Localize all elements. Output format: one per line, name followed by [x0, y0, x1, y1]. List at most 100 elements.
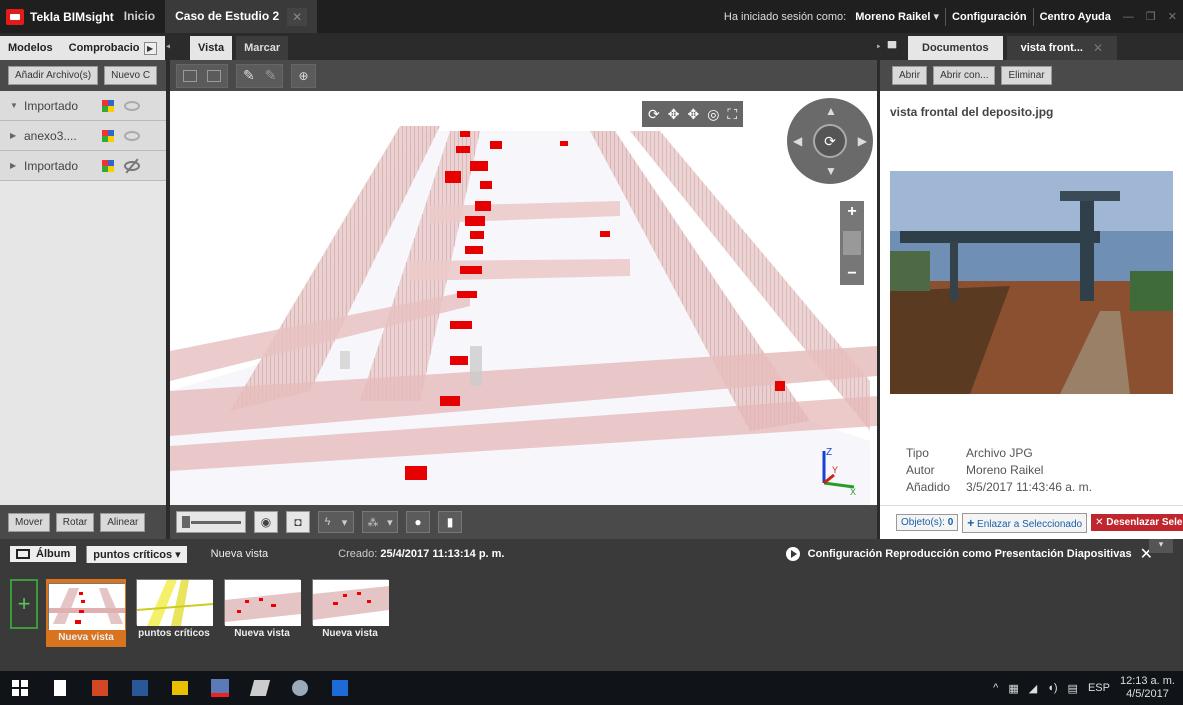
view-thumbnail[interactable]: Nueva vista: [222, 579, 302, 643]
orbit-icon[interactable]: ⟳: [648, 106, 660, 123]
view-thumbnail[interactable]: puntos críticos: [134, 579, 214, 643]
color-palette-icon[interactable]: [102, 159, 114, 172]
expand-icon[interactable]: ▶: [10, 161, 24, 170]
collapse-album-icon[interactable]: ▾: [1149, 539, 1173, 553]
color-palette-icon[interactable]: [102, 99, 114, 112]
align-button[interactable]: Alinear: [100, 512, 146, 532]
media-icon[interactable]: [280, 671, 320, 705]
tab-models[interactable]: Modelos: [0, 36, 61, 60]
album-button[interactable]: Álbum: [10, 546, 77, 562]
nav-down-icon[interactable]: ▼: [825, 164, 837, 178]
document-icon[interactable]: ▮: [438, 511, 462, 533]
comment-icon[interactable]: ●: [406, 511, 430, 533]
pencil-icon[interactable]: ✎: [243, 67, 255, 84]
type-value: Archivo JPG: [966, 446, 1033, 460]
fit-view-icon[interactable]: ⛶: [727, 106, 737, 123]
orbit-center-icon[interactable]: ⟳: [813, 124, 847, 158]
winrar-icon[interactable]: [160, 671, 200, 705]
tab-view[interactable]: Vista: [190, 36, 233, 60]
unlink-selected-button[interactable]: ✕ Desenlazar Selec: [1091, 514, 1183, 531]
model-render[interactable]: [170, 91, 877, 505]
powerpoint-icon[interactable]: [80, 671, 120, 705]
model-row[interactable]: ▶ anexo3....: [0, 121, 166, 151]
navigation-toolbar: ⟳ ✥ ✥ ◎ ⛶: [642, 101, 744, 127]
user-name[interactable]: Moreno Raikel: [855, 11, 930, 23]
clip-slider[interactable]: [176, 511, 246, 533]
3d-viewport[interactable]: ⟳ ✥ ✥ ◎ ⛶ ▲ ▼ ◀ ▶ ⟳ + − Z Y X: [170, 91, 877, 505]
zoom-out-icon[interactable]: −: [847, 265, 856, 283]
visibility-hidden-icon[interactable]: [124, 160, 140, 171]
delete-button[interactable]: Eliminar: [1001, 66, 1052, 85]
objects-count-button[interactable]: Objeto(s): 0: [896, 514, 959, 531]
collapse-icon[interactable]: ▼: [10, 101, 24, 110]
windows-start-icon[interactable]: [0, 671, 40, 705]
look-around-icon[interactable]: ◎: [707, 106, 719, 123]
markup-tools: ✎ ✎: [236, 63, 284, 88]
add-view-icon[interactable]: ⊕: [298, 69, 308, 83]
tab-inicio[interactable]: Inicio: [114, 0, 165, 33]
move-icon[interactable]: ✥: [687, 106, 699, 123]
model-row[interactable]: ▶ Importado: [0, 151, 166, 181]
close-tab-icon[interactable]: ✕: [287, 7, 308, 26]
archicad-icon[interactable]: [240, 671, 280, 705]
view-thumbnail[interactable]: Nueva vista: [310, 579, 390, 643]
wifi-icon[interactable]: ◢: [1029, 682, 1037, 695]
nav-up-icon[interactable]: ▲: [825, 104, 837, 118]
volume-icon[interactable]: ◖): [1047, 682, 1057, 694]
wand-dropdown[interactable]: ⁂ ▾: [362, 511, 398, 533]
created-info: Creado: 25/4/2017 11:13:14 p. m.: [338, 548, 504, 560]
close-window-icon[interactable]: ✕: [1162, 10, 1183, 23]
restore-icon[interactable]: ❐: [1140, 10, 1162, 23]
album-panel: Álbum puntos críticos ▾ Nueva vista Crea…: [0, 539, 1183, 671]
album-selector[interactable]: puntos críticos ▾: [86, 545, 187, 563]
add-view-button[interactable]: +: [10, 579, 38, 629]
visibility-eye-icon[interactable]: [124, 100, 140, 111]
show-hidden-icon[interactable]: ^: [993, 682, 998, 694]
playback-config-button[interactable]: Configuración Reproducción como Presenta…: [785, 544, 1183, 564]
help-center-link[interactable]: Centro Ayuda: [1040, 11, 1111, 23]
navigation-wheel[interactable]: ▲ ▼ ◀ ▶ ⟳: [787, 98, 873, 184]
open-with-button[interactable]: Abrir con...: [933, 66, 996, 85]
new-button[interactable]: Nuevo C: [104, 66, 158, 85]
configuration-link[interactable]: Configuración: [952, 11, 1027, 23]
view-thumbnail[interactable]: Nueva vista: [46, 579, 126, 647]
model-row[interactable]: ▼ Importado: [0, 91, 166, 121]
zoom-slider[interactable]: [843, 231, 861, 255]
color-palette-icon[interactable]: [102, 129, 114, 142]
shield-icon[interactable]: ◘: [286, 511, 310, 533]
measure-icon[interactable]: [183, 69, 197, 82]
added-value: 3/5/2017 11:43:46 a. m.: [966, 480, 1092, 494]
tab-checks[interactable]: Comprobacio ▶: [60, 36, 165, 60]
pan-icon[interactable]: ✥: [668, 106, 680, 123]
expand-arrow-icon[interactable]: ▶: [143, 41, 157, 55]
save-disk-icon[interactable]: [320, 671, 360, 705]
close-tab-icon[interactable]: ✕: [1093, 36, 1103, 60]
zoom-in-icon[interactable]: +: [847, 203, 856, 221]
tab-documents[interactable]: Documentos: [908, 36, 1003, 60]
lightning-dropdown[interactable]: ϟ ▾: [318, 511, 354, 533]
clock[interactable]: 12:13 a. m. 4/5/2017: [1120, 675, 1175, 701]
language-indicator[interactable]: ESP: [1088, 682, 1110, 694]
add-files-button[interactable]: Añadir Archivo(s): [8, 66, 99, 85]
network-icon[interactable]: ▦: [1008, 682, 1018, 695]
measure-delete-icon[interactable]: [207, 69, 221, 82]
pin-icon[interactable]: ▀: [880, 36, 904, 60]
notification-icon[interactable]: ▤: [1068, 682, 1078, 695]
nav-right-icon[interactable]: ▶: [858, 134, 867, 148]
word-icon[interactable]: [120, 671, 160, 705]
open-button[interactable]: Abrir: [892, 66, 928, 85]
link-selected-button[interactable]: + Enlazar a Seleccionado: [962, 512, 1088, 533]
nav-left-icon[interactable]: ◀: [793, 134, 802, 148]
expand-icon[interactable]: ▶: [10, 131, 24, 140]
tab-mark[interactable]: Marcar: [236, 36, 289, 60]
tab-project[interactable]: Caso de Estudio 2 ✕: [165, 0, 318, 33]
bimsight-icon[interactable]: [200, 671, 240, 705]
tab-document-preview[interactable]: vista front... ✕: [1006, 36, 1118, 60]
file-icon[interactable]: [40, 671, 80, 705]
rotate-button[interactable]: Rotar: [55, 512, 95, 532]
move-button[interactable]: Mover: [8, 512, 50, 532]
visibility-eye-icon[interactable]: [124, 130, 140, 141]
pencil-delete-icon[interactable]: ✎: [265, 67, 277, 84]
eye-icon[interactable]: ◉: [254, 511, 278, 533]
minimize-icon[interactable]: —: [1117, 11, 1140, 23]
